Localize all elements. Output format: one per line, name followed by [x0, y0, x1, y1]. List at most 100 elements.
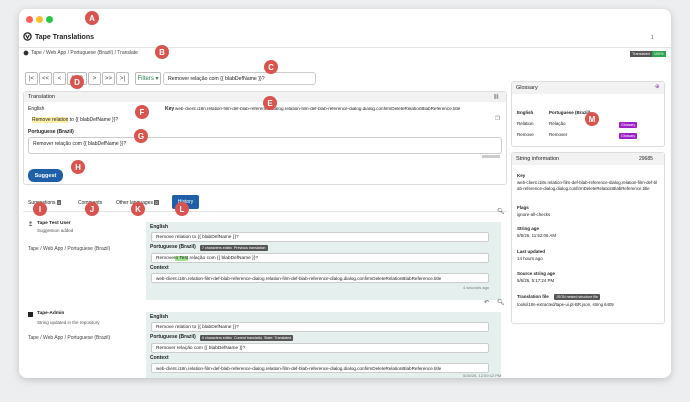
history-pt-text: Removero Test relação com {{ blabDefName… [151, 253, 489, 263]
target-label: Portuguese (Brazil) [28, 129, 74, 135]
history-action: String updated in the repository [37, 320, 100, 325]
history-time: 4 seconds ago [463, 285, 490, 290]
translation-file-label: Translation file [517, 294, 549, 299]
history-pt-text: Remover relação com {{ blabDefName }}? [151, 343, 489, 353]
glossary-tag: Glossary [619, 122, 638, 128]
glossary-term-pt: Remover [549, 132, 568, 137]
last-updated-value: 14 hours ago [517, 256, 543, 261]
history-context-label: Context [150, 265, 169, 271]
history-user[interactable]: Tape-Admin [37, 311, 64, 317]
translation-file-value[interactable]: tools/i18n-extracted/tape-ui.pt-BR.json,… [517, 302, 614, 307]
annotation-marker-i: I [33, 202, 47, 216]
history-action: Suggestion added [37, 228, 74, 233]
link-icon[interactable]: ⛓ [493, 95, 499, 100]
string-info-title: String information [516, 156, 560, 162]
history-context-label: Context [150, 355, 169, 361]
status-badge: Previous translation [232, 245, 268, 251]
info-key-label: Key [517, 173, 526, 178]
source-age-label: Source string age [517, 271, 556, 276]
annotation-marker-f: F [135, 105, 149, 119]
string-age-value: 5/5/26, 11:52:06 AM [517, 233, 556, 238]
divider [19, 47, 671, 48]
history-english-text: Remove relation to {{ blabDefName }}? [151, 322, 489, 332]
status-badge: State: Translated [262, 335, 294, 341]
glossary-col-pt: Portuguese (Brazil) [549, 110, 591, 115]
project-icon [23, 50, 29, 56]
char-counter-bar [482, 155, 500, 158]
annotation-marker-a: A [85, 11, 99, 25]
breadcrumb-web-app[interactable]: Web App [46, 50, 66, 56]
glossary-tag: Glossary [619, 133, 638, 139]
prev-fast-button[interactable]: << [39, 72, 52, 85]
history-user[interactable]: Tape Test User [37, 221, 71, 227]
glossary-col-en: English [517, 110, 534, 115]
maximize-window-button[interactable] [46, 16, 53, 23]
prev-string-button[interactable]: < [53, 72, 66, 85]
history-english-label: English [150, 314, 169, 320]
string-age-label: String age [517, 226, 540, 231]
history-english-label: English [150, 224, 169, 230]
breadcrumb-language[interactable]: Portuguese (Brazil) [70, 50, 113, 56]
admin-avatar-icon [28, 312, 33, 317]
search-input[interactable]: Remover relação com {{ blabDefName }}? [163, 72, 316, 85]
history-path: Tape / Web App / Portuguese (Brazil) [28, 246, 111, 252]
translation-header-title: Translation [28, 94, 56, 100]
source-label: English [28, 106, 45, 112]
annotation-marker-b: B [155, 45, 169, 59]
info-key-value: web-client.i18n.relation-film-def-blab-r… [517, 180, 658, 191]
annotation-marker-m: M [585, 112, 599, 126]
history-english-text: Remove relation to {{ blabDefName }}? [151, 232, 489, 242]
breadcrumb-translate[interactable]: Translate [117, 50, 138, 56]
zoom-icon[interactable]: 🔍︎ [497, 300, 505, 306]
annotation-marker-g: G [134, 129, 148, 143]
status-badge: Current translation [232, 335, 266, 341]
minimize-window-button[interactable] [36, 16, 43, 23]
flags-label: Flags [517, 205, 529, 210]
copy-icon[interactable]: ❐ [495, 116, 500, 123]
history-pt-label: Portuguese (Brazil) [150, 244, 196, 250]
suggest-button[interactable]: Suggest [28, 169, 63, 182]
translated-status-badge: Translated 100% [630, 51, 666, 57]
revert-icon[interactable]: ↶ [484, 300, 489, 306]
flags-value: ignore-all-checks [517, 212, 551, 217]
file-format-tag: JSON nested structure file [554, 294, 600, 300]
last-updated-label: Last updated [517, 249, 546, 254]
last-string-button[interactable]: >| [116, 72, 129, 85]
history-context-text: web-client.i18n.relation-film-def-blab-r… [151, 363, 489, 373]
user-menu[interactable]: 1 [651, 36, 654, 41]
annotation-marker-k: K [131, 202, 145, 216]
breadcrumb-tape[interactable]: Tape [31, 50, 42, 56]
annotation-marker-d: D [70, 75, 84, 89]
key-label: Key [165, 106, 175, 112]
app-window: Tape Translations 1 Tape / Web App / Por… [19, 9, 671, 378]
history-time: 5/26/26, 12:59:12 PM [463, 373, 502, 378]
key-value: web-client.i18n.relation-film-def-blab-r… [175, 107, 461, 111]
annotation-marker-l: L [175, 202, 189, 216]
string-id: 29685 [639, 156, 653, 162]
filters-dropdown[interactable]: Filters ▾ [135, 72, 161, 85]
glossary-title: Glossary [516, 85, 538, 91]
app-title[interactable]: Tape Translations [35, 34, 94, 41]
close-window-button[interactable] [26, 16, 33, 23]
source-text: Remove relation to {{ blabDefName }}? [32, 117, 119, 123]
status-badge: 0 characters edited [200, 335, 235, 341]
glossary-term-en: Relation [517, 121, 534, 126]
history-context-text: web-client.i18n.relation-film-def-blab-r… [151, 273, 489, 283]
next-fast-button[interactable]: >> [102, 72, 115, 85]
status-badge: 7 characters edited [200, 245, 235, 251]
annotation-marker-h: H [71, 160, 85, 174]
annotation-marker-j: J [85, 202, 99, 216]
user-avatar-icon [28, 221, 33, 226]
translation-textarea[interactable]: Remover relação com {{ blabDefName }}? [28, 137, 502, 154]
source-age-value: 5/6/26, 5:17:24 PM [517, 278, 555, 283]
history-path: Tape / Web App / Portuguese (Brazil) [28, 335, 111, 341]
annotation-marker-c: C [264, 60, 278, 74]
breadcrumb: Tape / Web App / Portuguese (Brazil) / T… [31, 50, 138, 56]
zoom-icon[interactable]: 🔍︎ [497, 209, 505, 215]
app-logo-icon[interactable] [23, 32, 32, 41]
next-string-button[interactable]: > [88, 72, 101, 85]
history-pt-label: Portuguese (Brazil) [150, 334, 196, 340]
add-glossary-icon[interactable]: ⊕ [655, 84, 660, 91]
annotation-marker-e: E [263, 96, 277, 110]
first-string-button[interactable]: |< [25, 72, 38, 85]
